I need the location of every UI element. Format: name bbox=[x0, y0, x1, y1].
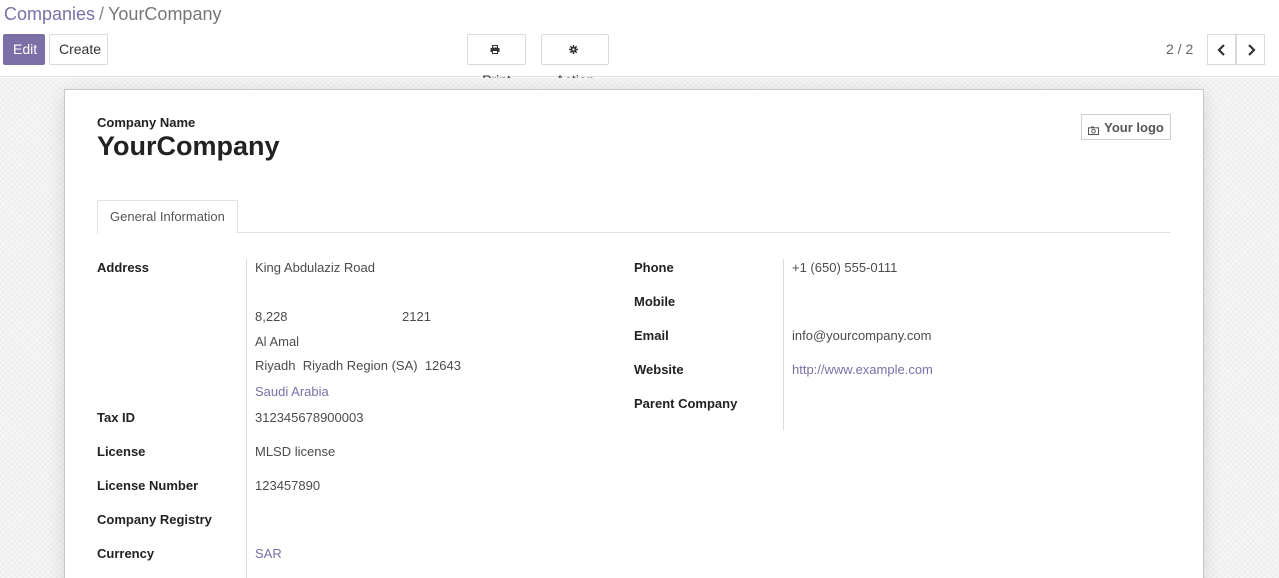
address-additional-number: 2121 bbox=[402, 309, 431, 324]
phone-value: +1 (650) 555-0111 bbox=[792, 260, 898, 275]
license-number-label: License Number bbox=[97, 478, 199, 493]
breadcrumb-separator: / bbox=[99, 4, 105, 24]
address-building-number: 8,228 bbox=[255, 309, 288, 324]
pager-previous-button[interactable] bbox=[1207, 34, 1236, 65]
action-button[interactable]: Action bbox=[541, 34, 609, 88]
camera-icon bbox=[1088, 123, 1100, 135]
email-label: Email bbox=[634, 328, 669, 343]
address-zip: 12643 bbox=[424, 358, 461, 373]
address-label: Address bbox=[97, 260, 150, 275]
chevron-right-icon bbox=[1247, 43, 1256, 56]
currency-label: Currency bbox=[97, 546, 155, 561]
breadcrumb-companies-link[interactable]: Companies bbox=[4, 4, 95, 24]
right-group-divider bbox=[783, 259, 784, 430]
tax-id-label: Tax ID bbox=[97, 410, 136, 425]
breadcrumb-current: YourCompany bbox=[108, 4, 222, 24]
pager-next-button[interactable] bbox=[1236, 34, 1265, 65]
tax-id-value: 312345678900003 bbox=[255, 410, 364, 425]
tab-general-information[interactable]: General Information bbox=[97, 200, 238, 234]
company-registry-label: Company Registry bbox=[97, 512, 212, 527]
address-street: King Abdulaziz Road bbox=[255, 260, 375, 275]
left-group-divider bbox=[246, 259, 247, 578]
gear-icon bbox=[569, 37, 578, 66]
address-city: Riyadh bbox=[255, 358, 296, 373]
phone-label: Phone bbox=[634, 260, 674, 275]
logo-upload[interactable]: Your logo bbox=[1081, 114, 1171, 140]
logo-label: Your logo bbox=[1104, 119, 1164, 135]
address-city-line: Riyadh Riyadh Region (SA) 12643 bbox=[255, 358, 461, 373]
parent-company-label: Parent Company bbox=[634, 396, 738, 411]
license-number-value: 123457890 bbox=[255, 478, 321, 493]
address-country-link[interactable]: Saudi Arabia bbox=[255, 384, 329, 399]
address-district: Al Amal bbox=[255, 334, 300, 349]
control-panel: Companies/YourCompany Edit Create Print … bbox=[0, 0, 1279, 88]
website-link[interactable]: http://www.example.com bbox=[792, 362, 933, 377]
create-button[interactable]: Create bbox=[49, 34, 108, 65]
edit-button-label: Edit bbox=[13, 41, 38, 57]
currency-link[interactable]: SAR bbox=[255, 546, 282, 561]
breadcrumb: Companies / YourCompany bbox=[4, 3, 221, 25]
license-label: License bbox=[97, 444, 146, 459]
tab-divider bbox=[97, 232, 1171, 233]
company-name-label: Company Name bbox=[97, 115, 196, 130]
license-value: MLSD license bbox=[255, 444, 336, 459]
create-button-label: Create bbox=[59, 41, 102, 57]
address-state: Riyadh Region (SA) bbox=[302, 358, 418, 373]
print-button[interactable]: Print bbox=[467, 34, 526, 88]
mobile-label: Mobile bbox=[634, 294, 676, 309]
printer-icon bbox=[490, 37, 500, 66]
form-sheet: Company Name YourCompany Your logo Gener… bbox=[64, 89, 1204, 578]
edit-button[interactable]: Edit bbox=[3, 34, 45, 65]
email-value: info@yourcompany.com bbox=[792, 328, 932, 343]
company-name-value: YourCompany bbox=[97, 131, 280, 161]
website-label: Website bbox=[634, 362, 684, 377]
pager-value[interactable]: 2 / 2 bbox=[1166, 41, 1193, 57]
chevron-left-icon bbox=[1216, 43, 1225, 56]
